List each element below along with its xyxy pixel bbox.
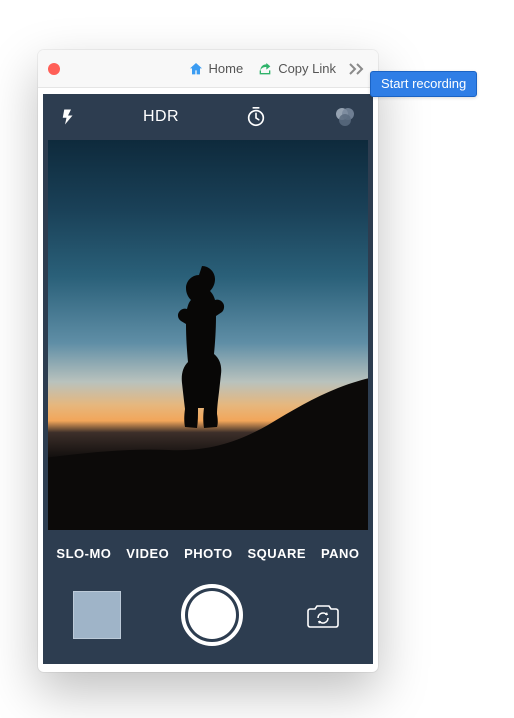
camera-modes: SLO-MO VIDEO PHOTO SQUARE PANO	[43, 530, 373, 576]
app-window: Home Copy Link Start recording HDR	[38, 50, 378, 672]
overflow-menu-button[interactable]	[346, 62, 368, 76]
close-window-dot[interactable]	[48, 63, 60, 75]
timer-button[interactable]	[245, 106, 267, 128]
timer-icon	[245, 106, 267, 128]
share-icon	[257, 61, 273, 77]
mode-video[interactable]: VIDEO	[126, 546, 169, 561]
chevrons-right-icon	[348, 62, 366, 76]
home-button[interactable]: Home	[184, 59, 248, 79]
mode-slomo[interactable]: SLO-MO	[56, 546, 111, 561]
phone-simulator: HDR	[43, 94, 373, 664]
camera-top-bar: HDR	[43, 94, 373, 140]
titlebar: Home Copy Link	[38, 50, 378, 88]
copy-link-label: Copy Link	[278, 61, 336, 76]
hdr-button[interactable]: HDR	[143, 108, 179, 126]
copy-link-button[interactable]: Copy Link	[253, 59, 340, 79]
filters-icon	[333, 106, 357, 128]
shutter-button[interactable]	[181, 584, 243, 646]
shutter-inner	[188, 591, 236, 639]
filters-button[interactable]	[333, 106, 357, 128]
flash-icon	[59, 105, 77, 129]
start-recording-tooltip[interactable]: Start recording	[370, 71, 477, 97]
switch-camera-button[interactable]	[303, 599, 343, 631]
mode-square[interactable]: SQUARE	[247, 546, 306, 561]
switch-camera-icon	[306, 601, 340, 629]
home-icon	[188, 61, 204, 77]
viewfinder-silhouette	[176, 266, 228, 428]
flash-button[interactable]	[59, 105, 77, 129]
mode-photo[interactable]: PHOTO	[184, 546, 233, 561]
mode-pano[interactable]: PANO	[321, 546, 360, 561]
home-label: Home	[209, 61, 244, 76]
last-photo-thumbnail[interactable]	[73, 591, 121, 639]
camera-controls	[43, 576, 373, 664]
camera-viewfinder[interactable]	[48, 140, 368, 530]
